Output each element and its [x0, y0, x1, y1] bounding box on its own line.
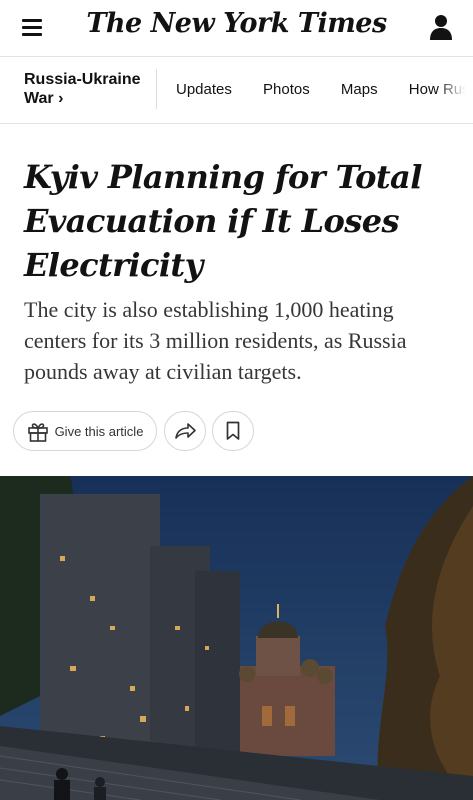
- nav-link-photos[interactable]: Photos: [263, 81, 310, 98]
- nyt-logo[interactable]: The New York Times: [0, 8, 473, 39]
- top-bar: The New York Times: [0, 0, 473, 57]
- article-headline: Kyiv Planning for Total Evacuation if It…: [24, 158, 422, 284]
- nav-link-maps[interactable]: Maps: [341, 81, 378, 98]
- gift-article-button[interactable]: Give this article: [13, 411, 157, 451]
- gift-icon: [27, 423, 48, 442]
- account-icon[interactable]: [429, 14, 453, 40]
- page: The New York Times Russia-Ukraine War › …: [0, 0, 473, 800]
- share-arrow-icon: [175, 423, 196, 439]
- nav-links: Updates Photos Maps How Russia: [176, 81, 473, 98]
- gift-button-label: Give this article: [54, 423, 144, 439]
- nav-fade-overlay: [437, 57, 473, 123]
- section-title-link[interactable]: Russia-Ukraine War ›: [24, 70, 149, 108]
- bookmark-icon: [226, 421, 240, 440]
- share-button[interactable]: [164, 411, 206, 451]
- nav-divider: [156, 69, 157, 109]
- nav-link-updates[interactable]: Updates: [176, 81, 232, 98]
- article-photo: [0, 476, 473, 800]
- save-bookmark-button[interactable]: [212, 411, 254, 451]
- section-nav: Russia-Ukraine War › Updates Photos Maps…: [0, 57, 473, 124]
- article-summary: The city is also establishing 1,000 heat…: [24, 297, 407, 384]
